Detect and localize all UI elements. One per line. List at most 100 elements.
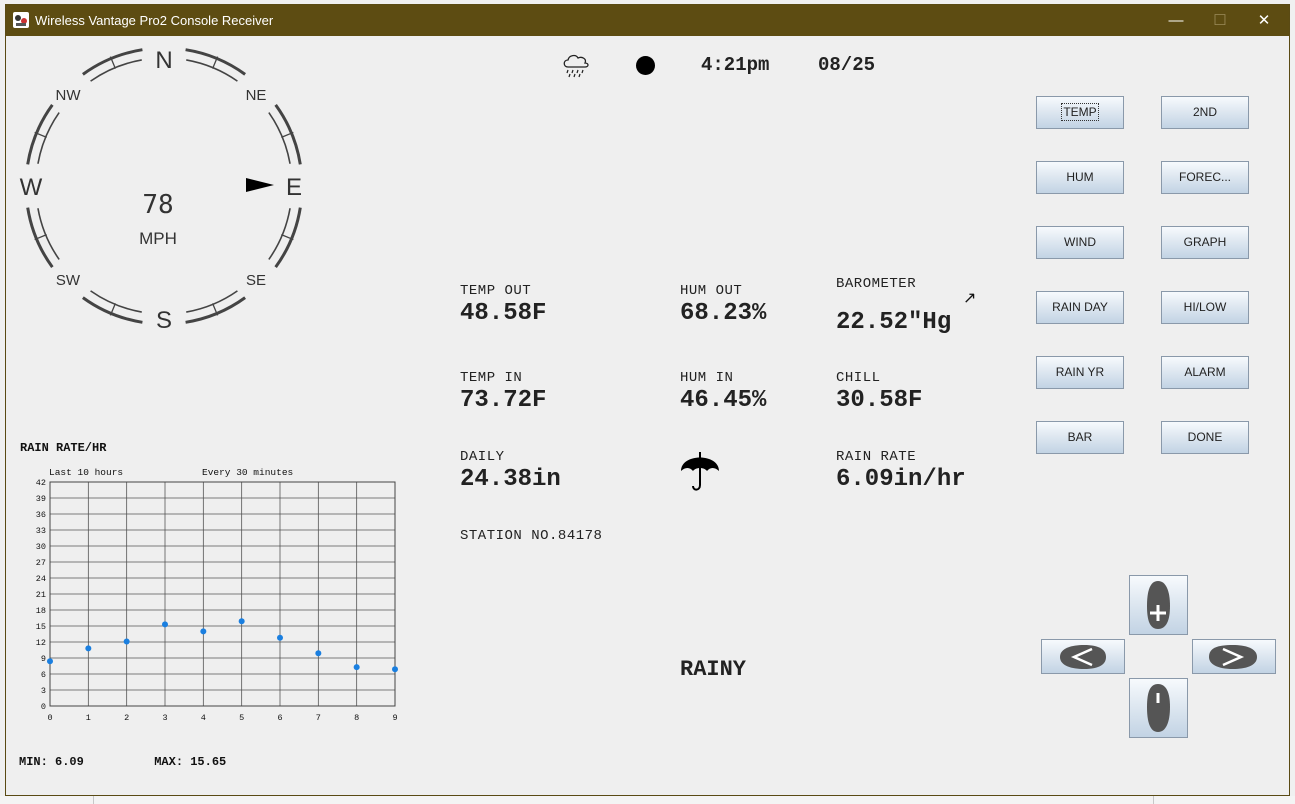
wind-speed-unit: MPH — [139, 229, 177, 248]
close-button[interactable]: ✕ — [1243, 8, 1285, 33]
forecast-text: RAINY — [680, 657, 747, 682]
hum-out-label: HUM OUT — [680, 283, 743, 299]
barometer-label: BAROMETER — [836, 276, 917, 292]
rain-yr-button[interactable]: RAIN YR — [1036, 356, 1124, 389]
rain-rate-label: RAIN RATE — [836, 449, 917, 465]
compass-sw: SW — [56, 272, 81, 289]
chart-y-tick-label: 33 — [36, 526, 46, 536]
chart-x-tick-label: 6 — [277, 713, 282, 723]
chart-x-tick-label: 3 — [162, 713, 167, 723]
chart-annotation-interval: Every 30 minutes — [202, 467, 293, 478]
chart-data-point — [85, 645, 92, 652]
compass-w: W — [20, 174, 43, 201]
chart-x-tick-label: 8 — [354, 713, 359, 723]
chart-max-label: MAX: 15.65 — [154, 755, 227, 769]
status-indicator-dot — [636, 56, 655, 75]
chart-y-tick-label: 27 — [36, 558, 46, 568]
chill-value: 30.58F — [836, 387, 923, 414]
chart-data-point — [353, 664, 360, 671]
chart-data-point — [392, 666, 398, 673]
alarm-button[interactable]: ALARM — [1161, 356, 1249, 389]
temp-in-label: TEMP IN — [460, 370, 523, 386]
rain-rate-chart: RAIN RATE/HR Last 10 hours Every 30 minute… — [20, 441, 398, 723]
daily-rain-label: DAILY — [460, 449, 505, 465]
hilow-button[interactable]: HI/LOW — [1161, 291, 1249, 324]
chart-x-tick-label: 7 — [316, 713, 321, 723]
temp-in-value: 73.72F — [460, 387, 547, 414]
left-button[interactable] — [1041, 639, 1125, 674]
wind-speed-value: 78 — [142, 190, 174, 220]
plus-button[interactable] — [1129, 575, 1188, 635]
rain-rate-value: 6.09in/hr — [836, 466, 966, 493]
compass-se: SE — [246, 272, 266, 289]
chart-y-tick-label: 0 — [41, 702, 46, 712]
chevron-left-icon — [1060, 645, 1106, 669]
daily-rain-value: 24.38in — [460, 466, 561, 493]
chart-y-tick-label: 12 — [36, 638, 46, 648]
compass-ne: NE — [246, 87, 267, 104]
graph-button[interactable]: GRAPH — [1161, 226, 1249, 259]
bar-button[interactable]: BAR — [1036, 421, 1124, 454]
chart-x-tick-label: 4 — [201, 713, 206, 723]
minus-button[interactable] — [1129, 678, 1188, 738]
chart-y-tick-label: 3 — [41, 686, 46, 696]
minus-icon — [1147, 684, 1170, 732]
chill-label: CHILL — [836, 370, 881, 386]
chart-y-tick-label: 21 — [36, 590, 46, 600]
chart-data-point — [315, 650, 322, 657]
chart-y-tick-label: 30 — [36, 542, 46, 552]
chart-y-tick-label: 24 — [36, 574, 46, 584]
done-button[interactable]: DONE — [1161, 421, 1249, 454]
chart-annotation-range: Last 10 hours — [49, 467, 123, 478]
barometer-trend-arrow-icon: ↗ — [963, 290, 977, 307]
hum-in-value: 46.45% — [680, 387, 767, 414]
wind-button[interactable]: WIND — [1036, 226, 1124, 259]
temp-out-label: TEMP OUT — [460, 283, 532, 299]
rain-day-button[interactable]: RAIN DAY — [1036, 291, 1124, 324]
chart-data-point — [123, 638, 130, 645]
current-date: 08/25 — [818, 54, 876, 76]
chart-y-tick-label: 36 — [36, 510, 46, 520]
current-time: 4:21pm — [701, 54, 770, 76]
maximize-button[interactable]: ☐ — [1199, 8, 1241, 33]
chart-y-tick-label: 18 — [36, 606, 46, 616]
cloud-rain-icon — [563, 54, 589, 78]
chart-data-point — [47, 658, 53, 665]
wind-compass: N NE E SE S SW W NW — [20, 47, 302, 334]
hum-button[interactable]: HUM — [1036, 161, 1124, 194]
chart-title: RAIN RATE/HR — [20, 441, 107, 455]
plus-icon — [1147, 581, 1170, 629]
compass-n: N — [155, 47, 172, 74]
chart-min-max: MIN: 6.09 MAX: 15.65 — [19, 755, 226, 769]
chart-data-point — [277, 634, 283, 641]
station-number: STATION NO.84178 — [460, 528, 603, 544]
barometer-value: 22.52"Hg — [836, 309, 952, 336]
chart-x-tick-label: 5 — [239, 713, 244, 723]
compass-e: E — [286, 174, 302, 201]
chevron-right-icon — [1209, 645, 1257, 669]
wind-direction-pointer — [246, 178, 274, 192]
compass-nw: NW — [56, 87, 82, 104]
hum-out-value: 68.23% — [680, 300, 767, 327]
second-button[interactable]: 2ND — [1161, 96, 1249, 129]
title-bar[interactable]: Wireless Vantage Pro2 Console Receiver —… — [6, 5, 1289, 36]
temp-button[interactable]: TEMP — [1036, 96, 1124, 129]
chart-y-tick-label: 15 — [36, 622, 46, 632]
chart-x-tick-label: 9 — [392, 713, 397, 723]
bottom-edge — [0, 796, 1295, 804]
compass-s: S — [156, 307, 172, 334]
chart-y-tick-label: 9 — [41, 654, 46, 664]
chart-x-tick-label: 1 — [86, 713, 91, 723]
right-button[interactable] — [1192, 639, 1276, 674]
chart-y-tick-label: 42 — [36, 478, 46, 488]
forecast-button[interactable]: FOREC... — [1161, 161, 1249, 194]
chart-x-tick-label: 2 — [124, 713, 129, 723]
chart-data-point — [162, 621, 168, 628]
hum-in-label: HUM IN — [680, 370, 734, 386]
chart-min-label: MIN: 6.09 — [19, 755, 84, 769]
minimize-button[interactable]: — — [1155, 8, 1197, 33]
umbrella-icon — [681, 452, 719, 491]
chart-y-tick-label: 39 — [36, 494, 46, 504]
temp-out-value: 48.58F — [460, 300, 547, 327]
window-title: Wireless Vantage Pro2 Console Receiver — [35, 13, 274, 28]
